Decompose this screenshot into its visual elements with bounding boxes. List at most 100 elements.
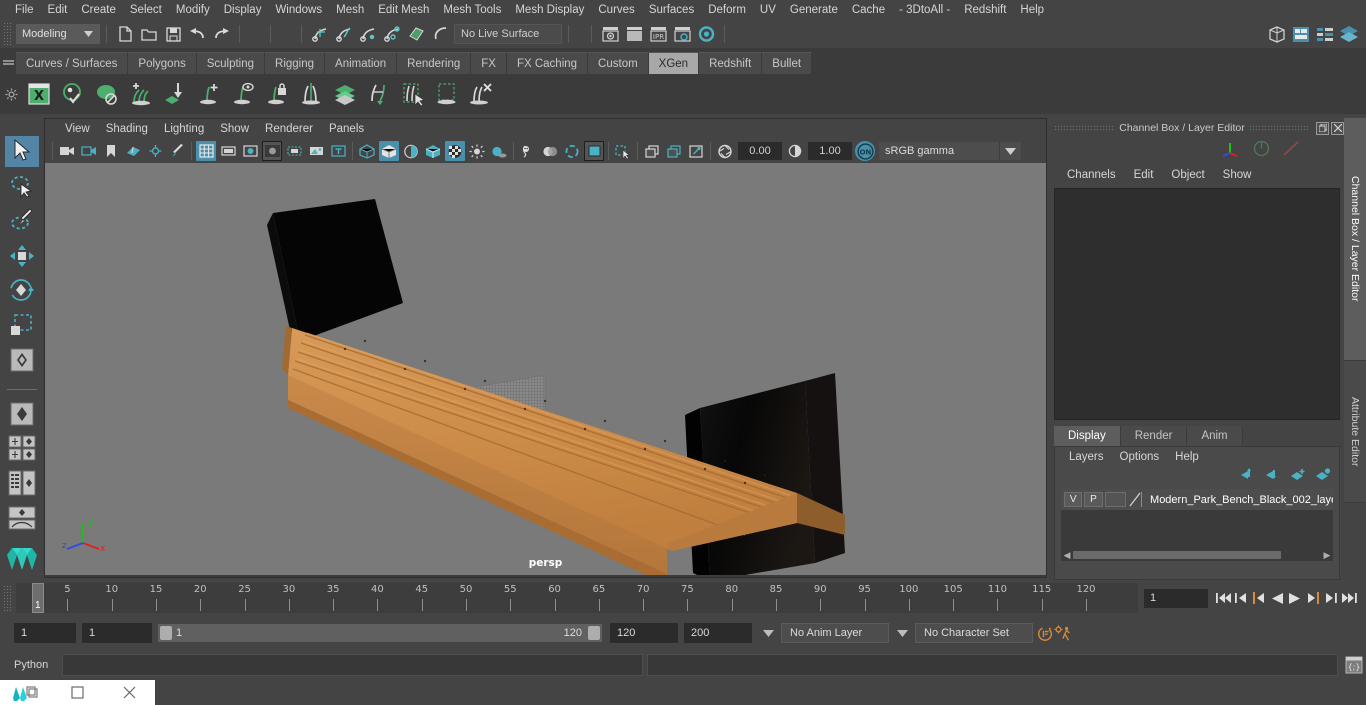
scale-tool[interactable]: [5, 310, 39, 341]
close-window-button[interactable]: [103, 680, 155, 705]
menu-deform[interactable]: Deform: [701, 1, 753, 19]
menu-cache[interactable]: Cache: [845, 1, 892, 19]
shelf-tab-animation[interactable]: Animation: [325, 52, 398, 74]
range-slider-right-handle[interactable]: [588, 626, 600, 640]
outliner-persp-layout[interactable]: [5, 468, 39, 499]
script-editor-icon[interactable]: {;}: [1342, 654, 1366, 676]
vertical-tab-attribute-editor[interactable]: Attribute Editor: [1344, 361, 1366, 503]
xgen-create-description-icon[interactable]: [56, 77, 90, 111]
menu-mesh[interactable]: Mesh: [329, 1, 371, 19]
shelf-tab-rendering[interactable]: Rendering: [397, 52, 472, 74]
channel-box-menu-edit[interactable]: Edit: [1125, 169, 1163, 181]
shelf-tab-custom[interactable]: Custom: [588, 52, 649, 74]
xgen-add-groom-icon[interactable]: [124, 77, 158, 111]
shelf-tab-redshift[interactable]: Redshift: [699, 52, 763, 74]
step-back-key-icon[interactable]: [1250, 587, 1268, 609]
resolution-gate-icon[interactable]: [240, 141, 260, 161]
color-management-toggle-icon[interactable]: ON: [855, 141, 875, 161]
close-icon[interactable]: [1331, 121, 1344, 135]
command-input[interactable]: [62, 654, 644, 676]
show-hide-attribute-editor-icon[interactable]: [1290, 23, 1312, 45]
animation-preferences-icon[interactable]: [1054, 622, 1072, 644]
view-exposure-field[interactable]: 0.00: [738, 142, 782, 160]
step-back-frame-icon[interactable]: [1232, 587, 1250, 609]
layer-visibility-toggle[interactable]: V: [1064, 492, 1083, 507]
color-space-selector[interactable]: sRGB gamma: [879, 142, 999, 160]
menu-select[interactable]: Select: [123, 1, 169, 19]
show-hide-channel-box-icon[interactable]: [1338, 23, 1360, 45]
display-order-icon[interactable]: [642, 141, 662, 161]
camera-attributes-icon[interactable]: [79, 141, 99, 161]
go-to-start-icon[interactable]: [1214, 587, 1232, 609]
layer-list[interactable]: V P Modern_Park_Bench_Black_002_layer ◀ …: [1061, 489, 1333, 561]
animation-end-time-field[interactable]: 200: [684, 623, 752, 643]
shelf-tab-polygons[interactable]: Polygons: [128, 52, 197, 74]
go-to-end-icon[interactable]: [1340, 587, 1358, 609]
layer-menu-options[interactable]: Options: [1112, 451, 1168, 463]
viewport-menu-lighting[interactable]: Lighting: [156, 123, 212, 135]
create-empty-layer-icon[interactable]: [1290, 468, 1306, 486]
layer-menu-layers[interactable]: Layers: [1061, 451, 1112, 463]
layer-shading-toggle[interactable]: [1104, 492, 1126, 507]
menu-modify[interactable]: Modify: [169, 1, 217, 19]
panel-grip-right[interactable]: [1248, 125, 1310, 131]
menu-windows[interactable]: Windows: [268, 1, 329, 19]
xgen-lock-icon[interactable]: [260, 77, 294, 111]
xray-icon[interactable]: [518, 141, 538, 161]
channel-box-menu-object[interactable]: Object: [1162, 169, 1213, 181]
character-set-selector[interactable]: No Character Set: [915, 623, 1033, 643]
shelf-grip[interactable]: [0, 48, 16, 74]
menu-create[interactable]: Create: [74, 1, 123, 19]
film-gate-icon[interactable]: [218, 141, 238, 161]
xgen-layers-icon[interactable]: [328, 77, 362, 111]
xgen-create-palette-icon[interactable]: [90, 77, 124, 111]
xray-active-components-icon[interactable]: [562, 141, 582, 161]
shelf-tab-xgen[interactable]: XGen: [648, 52, 700, 74]
playback-end-time-field[interactable]: 120: [610, 623, 678, 643]
save-scene-icon[interactable]: [162, 23, 184, 45]
undo-icon[interactable]: [186, 23, 208, 45]
snap-to-curve-icon[interactable]: [333, 23, 355, 45]
grid-toggle-icon[interactable]: [196, 141, 216, 161]
shelf-options-gear-icon[interactable]: [0, 88, 22, 101]
step-forward-key-icon[interactable]: [1304, 587, 1322, 609]
scroll-right-arrow-icon[interactable]: ▶: [1321, 550, 1333, 561]
move-tool[interactable]: [5, 240, 39, 271]
menu-uv[interactable]: UV: [753, 1, 783, 19]
layer-playback-toggle[interactable]: P: [1084, 492, 1103, 507]
layer-row-modern-park-bench[interactable]: V P Modern_Park_Bench_Black_002_layer: [1061, 489, 1333, 510]
last-tool-used[interactable]: [5, 345, 39, 376]
range-slider-left-handle[interactable]: [160, 626, 172, 640]
time-slider-grip[interactable]: [3, 585, 12, 611]
menu-file[interactable]: File: [8, 1, 41, 19]
viewport-menu-renderer[interactable]: Renderer: [257, 123, 321, 135]
paint-select-tool[interactable]: [5, 206, 39, 237]
menu-redshift[interactable]: Redshift: [957, 1, 1013, 19]
shelf-tab-fx[interactable]: FX: [471, 52, 507, 74]
play-forwards-icon[interactable]: [1286, 587, 1304, 609]
single-pane-icon[interactable]: [664, 141, 684, 161]
shelf-tab-sculpting[interactable]: Sculpting: [196, 52, 266, 74]
snap-to-point-icon[interactable]: [357, 23, 379, 45]
viewport-menu-shading[interactable]: Shading: [98, 123, 156, 135]
menu-set-selector[interactable]: Modeling: [16, 24, 100, 44]
viewport-menu-view[interactable]: View: [57, 123, 98, 135]
tab-render[interactable]: Render: [1120, 426, 1188, 446]
text-overlay-icon[interactable]: [328, 141, 348, 161]
move-layer-down-icon[interactable]: [1265, 468, 1281, 486]
xgen-place-icon[interactable]: [158, 77, 192, 111]
redo-icon[interactable]: [210, 23, 232, 45]
range-slider[interactable]: 1 120: [158, 624, 602, 642]
tab-anim[interactable]: Anim: [1187, 426, 1243, 446]
film-origin-icon[interactable]: [284, 141, 304, 161]
persp-graph-layout[interactable]: [5, 503, 39, 534]
layer-list-horizontal-scrollbar[interactable]: ◀ ▶: [1061, 549, 1333, 561]
screen-space-ambient-occlusion-icon[interactable]: [584, 141, 604, 161]
open-scene-icon[interactable]: [138, 23, 160, 45]
gamma-contrast-icon[interactable]: [785, 141, 805, 161]
axis-gizmo-icon[interactable]: [1221, 140, 1241, 163]
menu-edit[interactable]: Edit: [41, 1, 75, 19]
color-space-chevron-down-icon[interactable]: [999, 142, 1021, 160]
shelf-tab-curves-surfaces[interactable]: Curves / Surfaces: [16, 52, 129, 74]
select-tool[interactable]: [5, 136, 39, 167]
